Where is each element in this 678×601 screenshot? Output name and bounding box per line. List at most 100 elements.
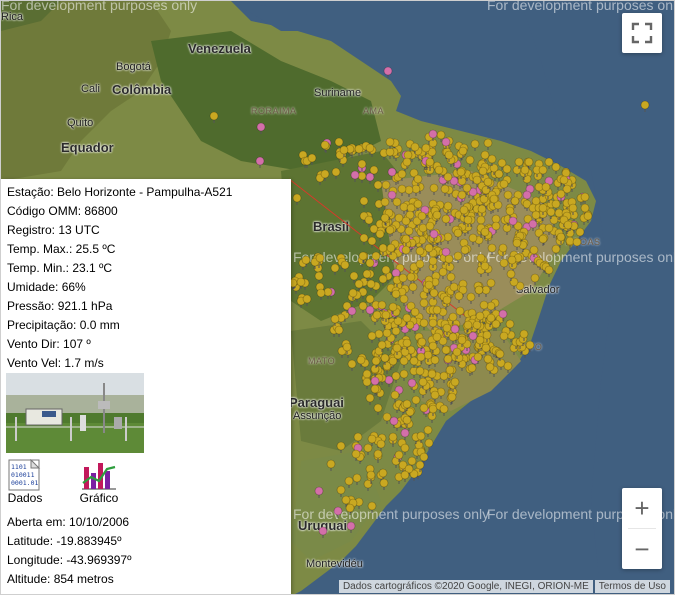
map-pin-icon[interactable]	[465, 155, 475, 167]
map-pin-icon[interactable]	[502, 223, 512, 235]
map-pin-icon[interactable]	[346, 521, 356, 533]
map-pin-icon[interactable]	[499, 258, 509, 270]
map-pin-icon[interactable]	[487, 243, 497, 255]
map-pin-icon[interactable]	[375, 229, 385, 241]
map-pin-icon[interactable]	[399, 356, 409, 368]
map-pin-icon[interactable]	[314, 486, 324, 498]
map-pin-icon[interactable]	[481, 285, 491, 297]
map-pin-icon[interactable]	[439, 371, 449, 383]
map-pin-icon[interactable]	[438, 267, 448, 279]
map-pin-icon[interactable]	[352, 473, 362, 485]
map-pin-icon[interactable]	[359, 233, 369, 245]
map-pin-icon[interactable]	[256, 122, 266, 134]
map-pin-icon[interactable]	[334, 325, 344, 337]
map-pin-icon[interactable]	[439, 404, 449, 416]
map-pin-icon[interactable]	[512, 165, 522, 177]
map-pin-icon[interactable]	[467, 363, 477, 375]
map-pin-icon[interactable]	[326, 459, 336, 471]
map-pin-icon[interactable]	[400, 470, 410, 482]
map-pin-icon[interactable]	[350, 170, 360, 182]
map-pin-icon[interactable]	[580, 192, 590, 204]
map-pin-icon[interactable]	[333, 506, 343, 518]
map-pin-icon[interactable]	[336, 485, 346, 497]
map-pin-icon[interactable]	[468, 233, 478, 245]
map-pin-icon[interactable]	[409, 356, 419, 368]
map-pin-icon[interactable]	[544, 265, 554, 277]
map-pin-icon[interactable]	[427, 411, 437, 423]
map-pin-icon[interactable]	[411, 395, 421, 407]
map-pin-icon[interactable]	[483, 138, 493, 150]
map-pin-icon[interactable]	[496, 358, 506, 370]
map-pin-icon[interactable]	[336, 441, 346, 453]
map-pin-icon[interactable]	[453, 228, 463, 240]
map-pin-icon[interactable]	[419, 318, 429, 330]
map-pin-icon[interactable]	[340, 260, 350, 272]
map-pin-icon[interactable]	[397, 184, 407, 196]
map-pin-icon[interactable]	[380, 197, 390, 209]
map-pin-icon[interactable]	[383, 66, 393, 78]
map-pin-icon[interactable]	[359, 196, 369, 208]
map-pin-icon[interactable]	[446, 272, 456, 284]
map-pin-icon[interactable]	[357, 171, 367, 183]
map-pin-icon[interactable]	[575, 227, 585, 239]
map-pin-icon[interactable]	[367, 236, 377, 248]
map-pin-icon[interactable]	[440, 184, 450, 196]
map-pin-icon[interactable]	[388, 251, 398, 263]
map-pin-icon[interactable]	[365, 172, 375, 184]
map-pin-icon[interactable]	[331, 167, 341, 179]
map-pin-icon[interactable]	[376, 439, 386, 451]
map-pin-icon[interactable]	[400, 428, 410, 440]
map-pin-icon[interactable]	[640, 100, 650, 112]
map-pin-icon[interactable]	[530, 273, 540, 285]
map-pin-icon[interactable]	[330, 263, 340, 275]
map-pin-icon[interactable]	[209, 111, 219, 123]
map-pin-icon[interactable]	[447, 392, 457, 404]
map-pin-icon[interactable]	[373, 449, 383, 461]
map-pin-icon[interactable]	[494, 169, 504, 181]
map-pin-icon[interactable]	[551, 162, 561, 174]
map-pin-icon[interactable]	[408, 282, 418, 294]
map-pin-icon[interactable]	[385, 137, 395, 149]
map-pin-icon[interactable]	[399, 369, 409, 381]
map-pin-icon[interactable]	[424, 438, 434, 450]
map-pin-icon[interactable]	[362, 377, 372, 389]
map-pin-icon[interactable]	[365, 393, 375, 405]
map-pin-icon[interactable]	[320, 140, 330, 152]
map-pin-icon[interactable]	[499, 331, 509, 343]
map-pin-icon[interactable]	[385, 225, 395, 237]
map-pin-icon[interactable]	[454, 291, 464, 303]
zoom-out-button[interactable]: −	[622, 529, 662, 569]
terms-link[interactable]: Termos de Uso	[594, 580, 670, 593]
map-pin-icon[interactable]	[314, 271, 324, 283]
map-pin-icon[interactable]	[434, 165, 444, 177]
map-pin-icon[interactable]	[358, 301, 368, 313]
map-pin-icon[interactable]	[441, 214, 451, 226]
map-pin-icon[interactable]	[443, 354, 453, 366]
map-pin-icon[interactable]	[302, 294, 312, 306]
map-pin-icon[interactable]	[430, 355, 440, 367]
map-pin-icon[interactable]	[470, 139, 480, 151]
map-pin-icon[interactable]	[373, 180, 383, 192]
map-pin-icon[interactable]	[391, 371, 401, 383]
dados-button[interactable]: 1101 010011 0001.01 Dados	[7, 459, 43, 505]
map-pin-icon[interactable]	[453, 251, 463, 263]
zoom-in-button[interactable]: +	[622, 488, 662, 528]
map-pin-icon[interactable]	[378, 274, 388, 286]
fullscreen-button[interactable]	[622, 13, 662, 53]
map-pin-icon[interactable]	[572, 237, 582, 249]
map-pin-icon[interactable]	[367, 331, 377, 343]
map-pin-icon[interactable]	[502, 164, 512, 176]
map-pin-icon[interactable]	[363, 443, 373, 455]
map-pin-icon[interactable]	[429, 183, 439, 195]
map-pin-icon[interactable]	[503, 361, 513, 373]
map-pin-icon[interactable]	[367, 501, 377, 513]
map-pin-icon[interactable]	[373, 403, 383, 415]
map-pin-icon[interactable]	[292, 193, 302, 205]
map-pin-icon[interactable]	[512, 238, 522, 250]
map-pin-icon[interactable]	[347, 359, 357, 371]
map-pin-icon[interactable]	[365, 258, 375, 270]
map-pin-icon[interactable]	[466, 292, 476, 304]
map-pin-icon[interactable]	[382, 412, 392, 424]
map-canvas[interactable]: Rica Venezuela Bogotá Cali Colômbia Quit…	[0, 0, 675, 595]
map-pin-icon[interactable]	[255, 156, 265, 168]
